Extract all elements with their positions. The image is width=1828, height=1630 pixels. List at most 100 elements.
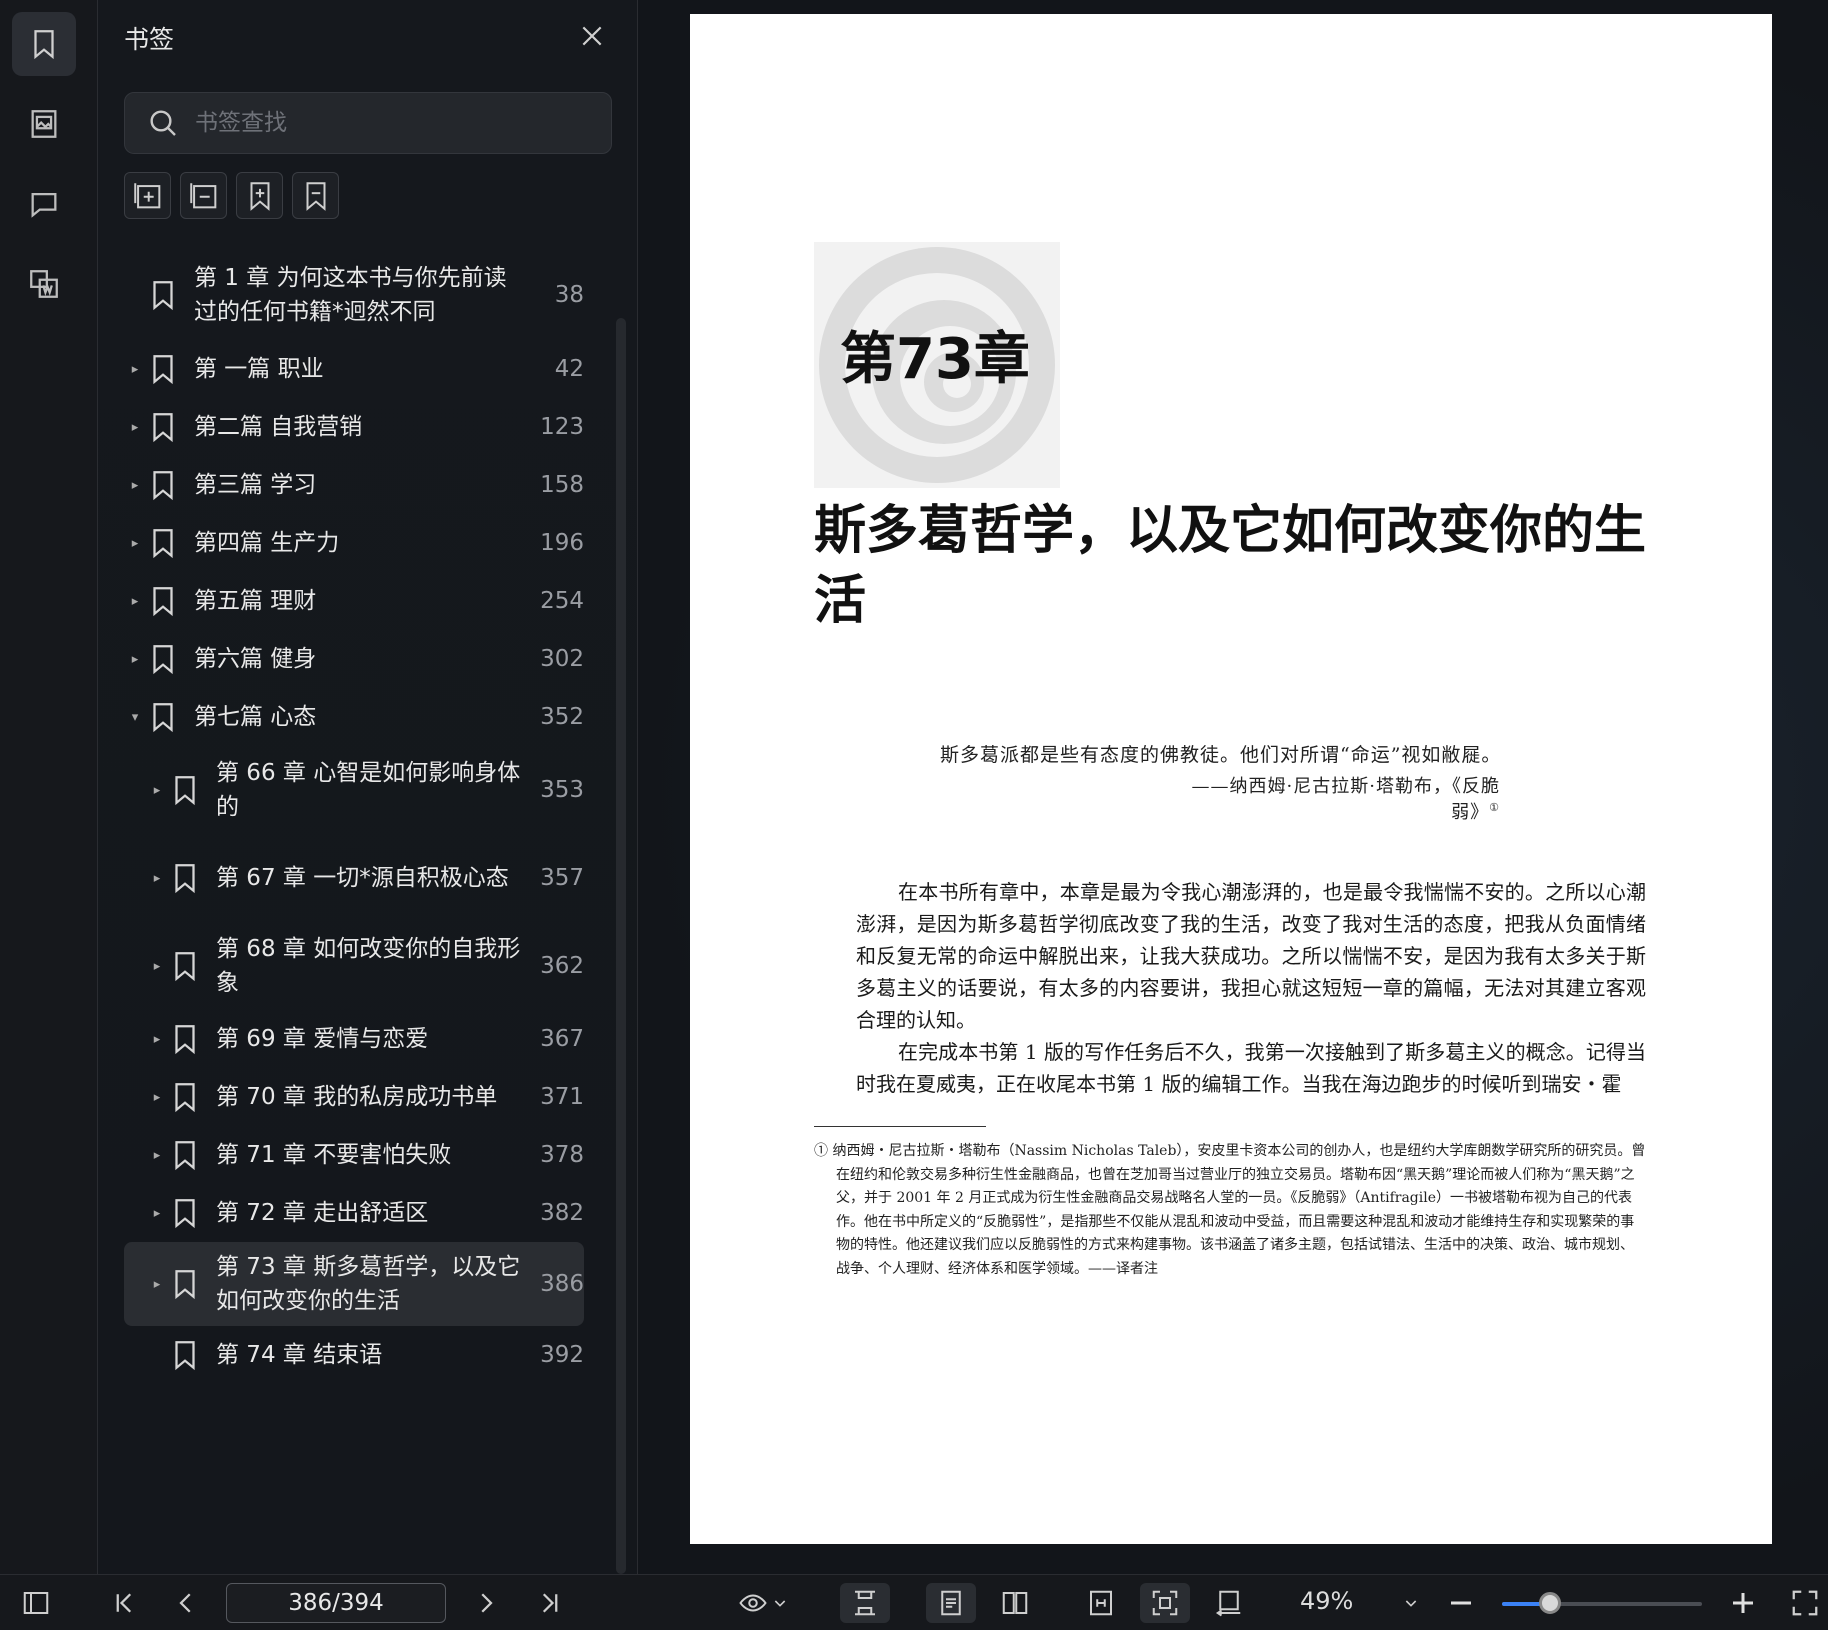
bookmark-icon <box>175 776 195 806</box>
fit-width-button[interactable] <box>1076 1583 1126 1623</box>
bookmark-label: 第六篇 健身 <box>194 646 317 672</box>
expand-arrow-icon[interactable]: ▸ <box>124 420 146 435</box>
bookmark-plus-icon <box>250 181 269 211</box>
single-page-icon <box>941 1590 961 1616</box>
bookmark-page-number: 386 <box>540 1271 584 1297</box>
bookmark-page-number: 353 <box>540 777 584 803</box>
bookmark-page-number: 362 <box>540 953 584 979</box>
expand-arrow-icon[interactable]: ▸ <box>124 478 146 493</box>
fit-page-button[interactable] <box>1140 1583 1190 1623</box>
bookmark-page-number: 254 <box>540 588 584 614</box>
double-page-button[interactable] <box>990 1583 1040 1623</box>
bookmark-item[interactable]: ▸ 第 68 章 如何改变你的自我形象 362 <box>124 922 584 1010</box>
add-child-bookmark-button[interactable] <box>180 172 227 219</box>
single-page-button[interactable] <box>926 1583 976 1623</box>
zoom-slider-handle[interactable] <box>1539 1592 1561 1614</box>
bookmark-search-box[interactable] <box>124 92 612 154</box>
bookmark-item[interactable]: ▸ 第 70 章 我的私房成功书单 371 <box>124 1068 584 1126</box>
expand-arrow-icon[interactable]: ▸ <box>124 594 146 609</box>
delete-bookmark-button[interactable] <box>292 172 339 219</box>
zoom-out-button[interactable] <box>1446 1583 1476 1623</box>
bookmarks-panel: 书签 第 1 章 为何这本书与你先前读过的任何书籍*迥然不同 38 ▸ 第 一篇 职业… <box>98 0 638 1574</box>
toggle-sidebar-button[interactable] <box>16 1583 56 1623</box>
last-page-button[interactable] <box>530 1583 570 1623</box>
bookmark-icon <box>175 1141 195 1171</box>
bookmark-item[interactable]: ▾ 第七篇 心态 352 <box>124 688 584 746</box>
expand-arrow-icon[interactable]: ▸ <box>146 1206 168 1221</box>
bookmarks-tab[interactable] <box>12 12 76 76</box>
bookmark-item[interactable]: ▸ 第 一篇 职业 42 <box>124 340 584 398</box>
bookmark-item[interactable]: ▸ 第三篇 学习 158 <box>124 456 584 514</box>
document-page: 第73章 斯多葛哲学，以及它如何改变你的生活 斯多葛派都是些有态度的佛教徒。他们… <box>690 14 1772 1544</box>
bookmark-item[interactable]: ▸ 第 71 章 不要害怕失败 378 <box>124 1126 584 1184</box>
bookmark-icon <box>175 1341 195 1371</box>
bookmark-label: 第 71 章 不要害怕失败 <box>216 1142 452 1168</box>
bottom-toolbar: 386/394 49% <box>0 1574 1828 1630</box>
bookmark-item[interactable]: ▸ 第 66 章 心智是如何影响身体的 353 <box>124 746 584 834</box>
thumbnails-tab[interactable] <box>12 92 76 156</box>
fit-page-icon <box>1152 1590 1178 1616</box>
footnote: ① 纳西姆・尼古拉斯・塔勒布（Nassim Nicholas Taleb），安皮… <box>814 1143 1646 1277</box>
bookmark-item[interactable]: ▸ 第二篇 自我营销 123 <box>124 398 584 456</box>
footnote-divider <box>814 1126 986 1127</box>
expand-arrow-icon[interactable]: ▸ <box>124 362 146 377</box>
collapse-arrow-icon[interactable]: ▾ <box>124 710 146 725</box>
expand-arrow-icon[interactable]: ▸ <box>146 1277 168 1292</box>
zoom-level[interactable]: 49% <box>1300 1587 1353 1615</box>
zoom-in-button[interactable] <box>1728 1583 1758 1623</box>
convert-tab[interactable] <box>12 252 76 316</box>
continuous-scroll-button[interactable] <box>840 1583 890 1623</box>
bookmark-page-number: 158 <box>540 472 584 498</box>
expand-arrow-icon[interactable]: ▸ <box>146 1032 168 1047</box>
add-bookmark-button[interactable] <box>124 172 171 219</box>
epigraph-source-text: ——纳西姆·尼古拉斯·塔勒布，《反脆弱》 <box>1191 776 1500 823</box>
zoom-dropdown-button[interactable] <box>1396 1583 1426 1623</box>
next-page-button[interactable] <box>466 1583 506 1623</box>
view-mode-dropdown[interactable] <box>730 1583 796 1623</box>
bookmark-item[interactable]: ▸ 第 73 章 斯多葛哲学，以及它如何改变你的生活 386 <box>124 1242 584 1326</box>
bookmark-label: 第二篇 自我营销 <box>194 414 363 440</box>
bookmark-minus-icon <box>306 181 325 211</box>
bookmark-search-input[interactable] <box>195 110 575 136</box>
expand-arrow-icon[interactable]: ▸ <box>124 652 146 667</box>
bookmark-toolbar <box>124 172 339 219</box>
sidebar-icon <box>23 1592 49 1614</box>
bookmark-item[interactable]: 第 74 章 结束语 392 <box>124 1326 584 1384</box>
fullscreen-button[interactable] <box>1790 1583 1820 1623</box>
expand-arrow-icon[interactable]: ▸ <box>146 783 168 798</box>
add-bookmark-icon <box>133 182 160 208</box>
page-number-input[interactable]: 386/394 <box>226 1583 446 1623</box>
bookmark-item[interactable]: ▸ 第四篇 生产力 196 <box>124 514 584 572</box>
bookmark-icon <box>153 703 173 733</box>
bookmark-icon <box>175 864 195 894</box>
expand-arrow-icon[interactable]: ▸ <box>146 1148 168 1163</box>
previous-page-button[interactable] <box>166 1583 206 1623</box>
bookmark-label: 第 72 章 走出舒适区 <box>216 1200 429 1226</box>
expand-arrow-icon[interactable]: ▸ <box>146 1090 168 1105</box>
bookmark-item[interactable]: 第 1 章 为何这本书与你先前读过的任何书籍*迥然不同 38 <box>124 250 584 340</box>
comments-tab[interactable] <box>12 172 76 236</box>
zoom-slider[interactable] <box>1502 1602 1702 1606</box>
expand-arrow-icon[interactable]: ▸ <box>146 871 168 886</box>
bookmark-page-number: 352 <box>540 704 584 730</box>
rotate-page-button[interactable] <box>1204 1583 1254 1623</box>
bookmark-item[interactable]: ▸ 第 69 章 爱情与恋爱 367 <box>124 1010 584 1068</box>
bookmark-item[interactable]: ▸ 第 72 章 走出舒适区 382 <box>124 1184 584 1242</box>
bookmark-page-number: 378 <box>540 1142 584 1168</box>
body-text: 在本书所有章中，本章是最为令我心潮澎湃的，也是最令我惴惴不安的。之所以心潮澎湃，… <box>856 876 1646 1100</box>
bookmark-icon <box>175 952 195 982</box>
bookmark-label: 第 70 章 我的私房成功书单 <box>216 1084 498 1110</box>
bookmark-item[interactable]: ▸ 第五篇 理财 254 <box>124 572 584 630</box>
first-page-button[interactable] <box>104 1583 144 1623</box>
expand-arrow-icon[interactable]: ▸ <box>146 959 168 974</box>
expand-arrow-icon[interactable]: ▸ <box>124 536 146 551</box>
bookmark-icon <box>175 1199 195 1229</box>
minus-icon <box>1451 1601 1471 1605</box>
close-panel-button[interactable] <box>574 18 610 54</box>
bookmark-scrollbar[interactable] <box>616 318 626 1574</box>
bookmark-item[interactable]: ▸ 第 67 章 一切*源自积极心态 357 <box>124 834 584 922</box>
bookmark-item[interactable]: ▸ 第六篇 健身 302 <box>124 630 584 688</box>
continuous-page-icon <box>855 1590 875 1616</box>
bookmark-label: 第 74 章 结束语 <box>216 1342 383 1368</box>
insert-bookmark-button[interactable] <box>236 172 283 219</box>
